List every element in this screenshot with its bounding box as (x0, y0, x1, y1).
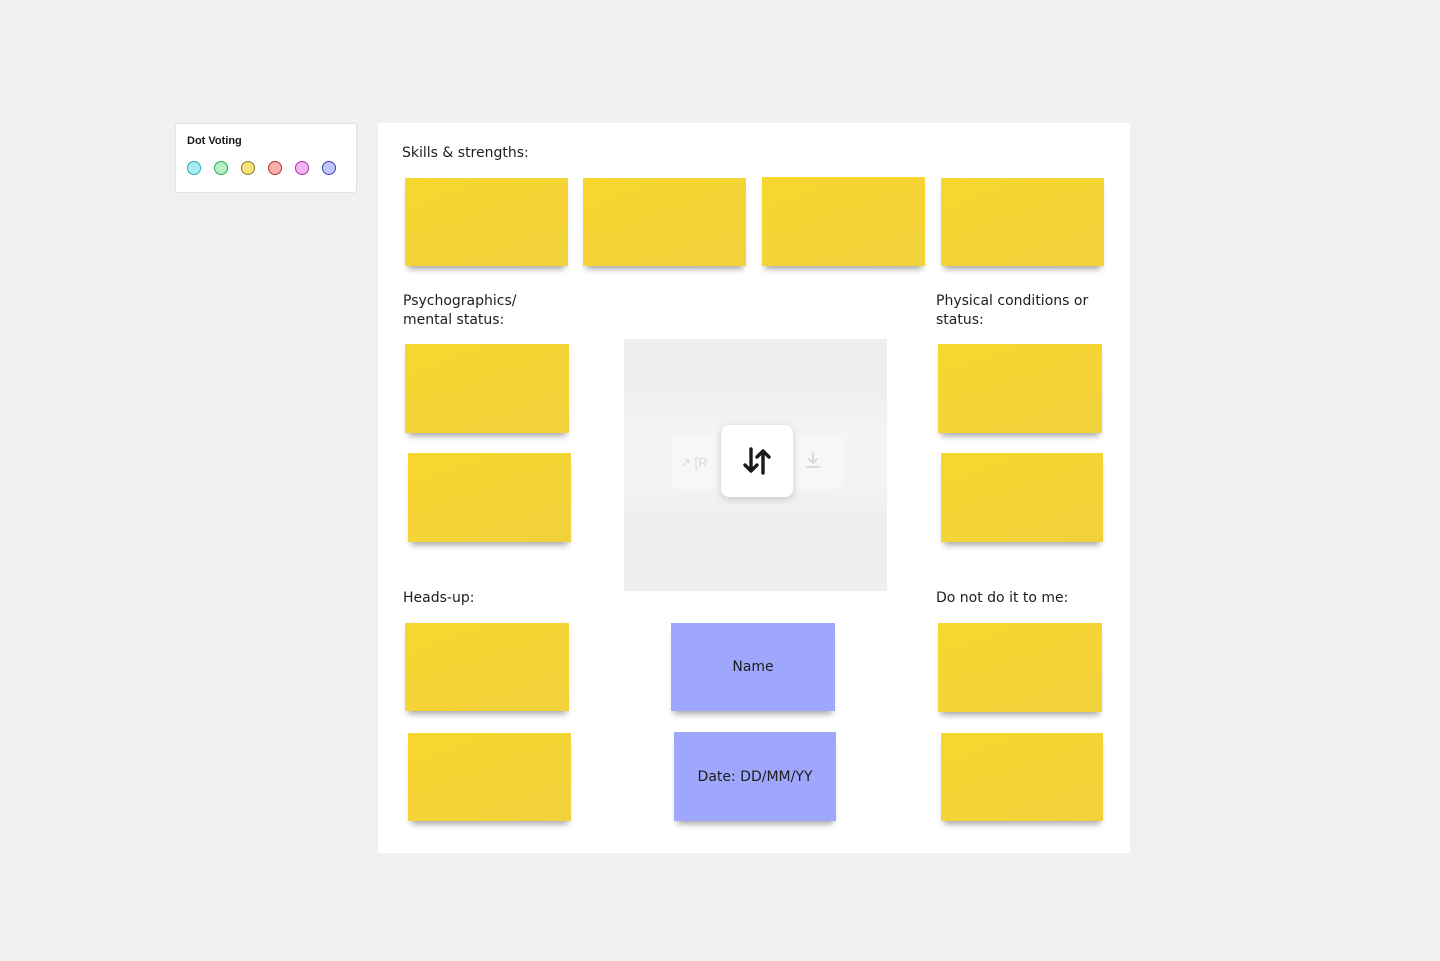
section-label-skills: Skills & strengths: (402, 145, 529, 161)
dot-red[interactable] (268, 161, 282, 175)
sticky-note-skills-1[interactable] (405, 178, 568, 266)
sticky-note-physical-1[interactable] (938, 344, 1102, 433)
sticky-note-heads-up-1[interactable] (405, 623, 569, 711)
dot-violet[interactable] (322, 161, 336, 175)
sticky-note-physical-2[interactable] (941, 453, 1103, 542)
section-label-physical: Physical conditions or status: (936, 293, 1089, 328)
dot-yellow[interactable] (241, 161, 255, 175)
section-label-psychographics: Psychographics/ mental status: (403, 293, 517, 328)
image-placeholder[interactable]: ↗ [R (624, 339, 887, 591)
sticky-note-skills-2[interactable] (583, 178, 746, 266)
dot-voting-widget[interactable]: Dot Voting (175, 123, 357, 193)
sticky-note-date-text: Date: DD/MM/YY (697, 768, 813, 785)
section-label-heads-up: Heads-up: (403, 590, 475, 606)
sticky-note-name-text: Name (732, 659, 774, 675)
dot-voting-dots (187, 161, 336, 175)
dot-pink[interactable] (295, 161, 309, 175)
sticky-note-do-not-1[interactable] (938, 623, 1102, 712)
section-label-do-not: Do not do it to me: (936, 590, 1069, 606)
sticky-note-skills-4[interactable] (941, 178, 1104, 266)
swap-button[interactable] (721, 425, 793, 497)
sticky-note-psychographics-1[interactable] (405, 344, 569, 433)
sticky-note-name[interactable]: Name (671, 623, 835, 711)
faded-toolbar-text: ↗ [R (680, 455, 708, 470)
sticky-note-psychographics-2[interactable] (408, 453, 571, 542)
dot-cyan[interactable] (187, 161, 201, 175)
dot-voting-title: Dot Voting (187, 135, 242, 147)
swap-vertical-icon (743, 447, 771, 475)
sticky-note-heads-up-2[interactable] (408, 733, 571, 821)
sticky-note-date[interactable]: Date: DD/MM/YY (674, 732, 836, 821)
dot-green[interactable] (214, 161, 228, 175)
download-icon (806, 452, 820, 468)
sticky-note-do-not-2[interactable] (941, 733, 1103, 821)
sticky-note-skills-3[interactable] (762, 177, 925, 266)
